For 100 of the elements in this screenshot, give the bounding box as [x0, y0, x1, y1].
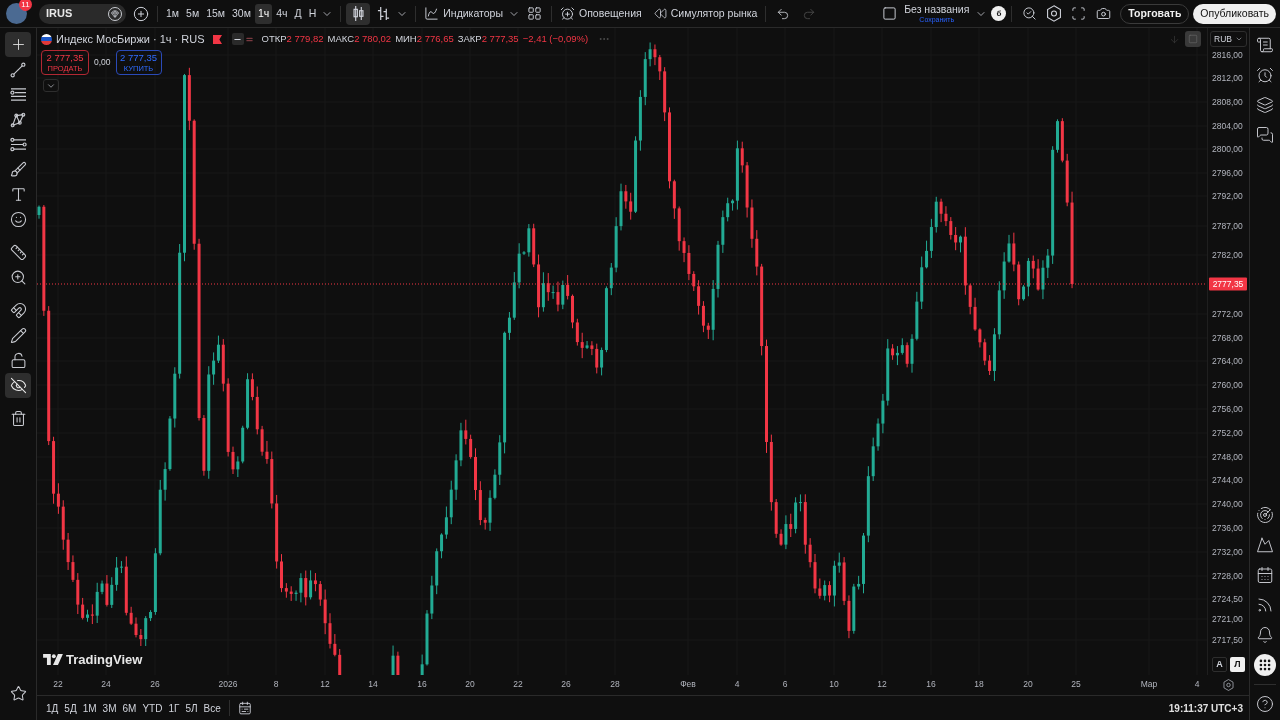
- axis-settings-button[interactable]: [1220, 677, 1236, 693]
- price-tick-label: 2728,00: [1212, 571, 1243, 581]
- interval-button[interactable]: 5м: [183, 3, 203, 24]
- price-tick-label: 2782,00: [1212, 250, 1243, 260]
- time-tick-label: 16: [417, 678, 427, 691]
- arrow-down-icon: [1168, 33, 1180, 45]
- ohlc-value: 2 779,82: [286, 31, 324, 46]
- square-icon: [881, 6, 897, 21]
- price-tick-label: 2744,00: [1212, 475, 1243, 485]
- hide-button[interactable]: [231, 33, 244, 45]
- replay-button[interactable]: Симулятор рынка: [650, 2, 761, 25]
- time-tick-label: 20: [465, 678, 475, 691]
- ohlc-value: 2 777,35: [481, 31, 519, 46]
- ohlc-label: ЗАКР: [457, 31, 482, 46]
- price-tick-label: 2760,00: [1212, 380, 1243, 390]
- time-tick-label: 25: [1071, 678, 1081, 691]
- symbol-search-field[interactable]: IRUS: [39, 3, 126, 24]
- price-tick-label: 2736,00: [1212, 523, 1243, 533]
- interval-button[interactable]: 30м: [229, 3, 254, 24]
- price-tick-label: 2724,50: [1212, 594, 1243, 604]
- range-button[interactable]: 5Л: [182, 699, 201, 717]
- calendar-icon: [1256, 566, 1274, 584]
- trend-line-icon: [10, 61, 26, 78]
- range-button[interactable]: Все: [200, 699, 224, 717]
- price-tick-label: 2808,00: [1212, 97, 1243, 107]
- flag-marker-icon: [212, 34, 222, 44]
- alarm-clock-icon: [560, 6, 575, 21]
- alerts-button[interactable]: Оповещения: [557, 2, 645, 25]
- time-tick-label: Фев: [680, 678, 696, 691]
- interval-button[interactable]: 15м: [203, 3, 229, 24]
- layout-count-badge[interactable]: б: [991, 6, 1007, 21]
- parallel-lines-icon: [9, 137, 27, 152]
- scale-mode-button[interactable]: A: [1212, 657, 1227, 672]
- ohlc-label: ОТКР: [261, 31, 287, 46]
- time-tick-label: 14: [368, 678, 378, 691]
- price-tick-label: 2756,00: [1212, 404, 1243, 414]
- range-button[interactable]: 1Г: [165, 699, 183, 717]
- time-tick-label: 4: [734, 678, 740, 691]
- time-tick-label: 4: [1194, 678, 1200, 691]
- ohlc-value: 2 776,65: [416, 31, 454, 46]
- indicators-button[interactable]: Индикаторы: [421, 2, 506, 25]
- trash-icon: [9, 410, 27, 427]
- range-button[interactable]: 5Д: [61, 699, 80, 717]
- logo-icon: [43, 653, 63, 665]
- signal-icon: [1256, 596, 1274, 614]
- list-icon: [1256, 36, 1274, 54]
- text-icon: [9, 186, 27, 203]
- bell-icon: [1256, 626, 1274, 644]
- calendar-icon: [237, 701, 252, 715]
- interval-button[interactable]: Н: [305, 3, 320, 24]
- notification-badge: 11: [19, 0, 32, 11]
- eye-off-icon: [9, 377, 27, 394]
- symbol-title: Индекс МосБиржи · 1ч · RUS: [56, 31, 205, 47]
- price-tick-label: 2740,00: [1212, 499, 1243, 509]
- crosshair-tool[interactable]: [5, 32, 31, 57]
- interval-button[interactable]: 1ч: [254, 3, 273, 24]
- price-tick-label: 2752,00: [1212, 428, 1243, 438]
- brush-icon: [9, 161, 27, 178]
- chevron-down-icon: [1235, 35, 1243, 43]
- lock-icon: [9, 352, 27, 369]
- price-tick-label: 2792,00: [1212, 191, 1243, 201]
- range-button[interactable]: 6М: [119, 699, 140, 717]
- layout-title[interactable]: Без названия: [904, 4, 970, 15]
- bars-icon: [376, 6, 390, 21]
- ohlc-label: МАКС: [327, 31, 355, 46]
- time-tick-label: 8: [273, 678, 279, 691]
- range-button[interactable]: 1М: [79, 699, 100, 717]
- interval-button[interactable]: 1м: [163, 3, 183, 24]
- magnet-icon: [9, 302, 27, 319]
- time-tick-label: 20: [1023, 678, 1033, 691]
- redo-icon: [802, 6, 817, 21]
- currency-dropdown[interactable]: RUB: [1210, 31, 1247, 47]
- hide-drawings-tool[interactable]: [5, 373, 31, 398]
- undo-icon: [776, 6, 791, 21]
- interval-button[interactable]: Д: [291, 3, 305, 24]
- mountain-icon: [1256, 536, 1274, 554]
- range-button[interactable]: 3М: [99, 699, 120, 717]
- interval-button[interactable]: 4ч: [273, 3, 291, 24]
- time-tick-label: 24: [101, 678, 111, 691]
- publish-button[interactable]: Опубликовать: [1193, 3, 1276, 24]
- candles-button[interactable]: [346, 2, 371, 25]
- price-tick-label: 2721,00: [1212, 614, 1243, 624]
- price-tick-label: 2812,00: [1212, 73, 1243, 83]
- time-tick-label: 12: [877, 678, 887, 691]
- camera-icon: [1096, 6, 1112, 21]
- price-tick-label: 2787,00: [1212, 221, 1243, 231]
- scale-mode-button[interactable]: Л: [1230, 657, 1245, 672]
- time-tick-label: 28: [610, 678, 620, 691]
- time-tick-label: 12: [320, 678, 330, 691]
- change-value: −2,41 (−0,09%): [522, 31, 589, 46]
- range-button[interactable]: 1Д: [43, 699, 62, 717]
- alarm-clock-icon: [1256, 66, 1274, 84]
- ohlc-label: МИН: [395, 31, 417, 46]
- price-tick-label: 2768,00: [1212, 333, 1243, 343]
- range-button[interactable]: YTD: [139, 699, 166, 717]
- grid-icon: [1254, 654, 1276, 676]
- time-tick-label: 10: [829, 678, 839, 691]
- zigzag-nodes-icon: [10, 111, 26, 128]
- price-tick-label: 2717,50: [1212, 635, 1243, 645]
- trade-button[interactable]: Торговать: [1120, 3, 1190, 24]
